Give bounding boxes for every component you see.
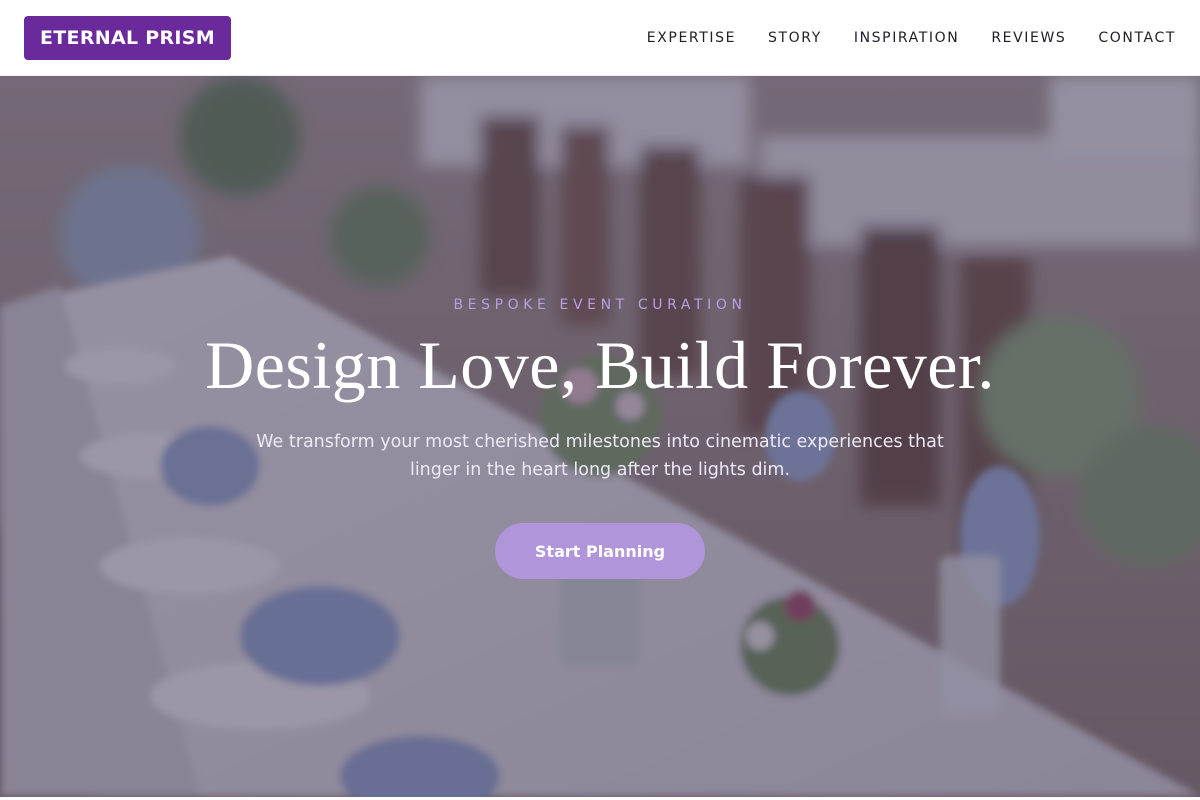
nav-item-reviews[interactable]: REVIEWS <box>991 30 1066 46</box>
main-nav: EXPERTISE STORY INSPIRATION REVIEWS CONT… <box>647 30 1176 46</box>
hero-content: BESPOKE EVENT CURATION Design Love, Buil… <box>0 76 1200 797</box>
hero-headline-text: Design Love, Build Forever. <box>205 327 995 403</box>
start-planning-button[interactable]: Start Planning <box>495 523 705 579</box>
brand-logo[interactable]: ETERNAL PRISM <box>24 15 231 60</box>
nav-item-contact[interactable]: CONTACT <box>1098 30 1176 46</box>
nav-item-story[interactable]: STORY <box>768 30 822 46</box>
hero-section: BESPOKE EVENT CURATION Design Love, Buil… <box>0 76 1200 797</box>
nav-item-inspiration[interactable]: INSPIRATION <box>854 30 959 46</box>
hero-eyebrow: BESPOKE EVENT CURATION <box>453 297 747 313</box>
hero-subtext: We transform your most cherished milesto… <box>256 432 944 480</box>
nav-item-expertise[interactable]: EXPERTISE <box>647 30 736 46</box>
hero-headline: Design Love, Build Forever. <box>0 326 1200 405</box>
site-header: ETERNAL PRISM EXPERTISE STORY INSPIRATIO… <box>0 0 1200 76</box>
